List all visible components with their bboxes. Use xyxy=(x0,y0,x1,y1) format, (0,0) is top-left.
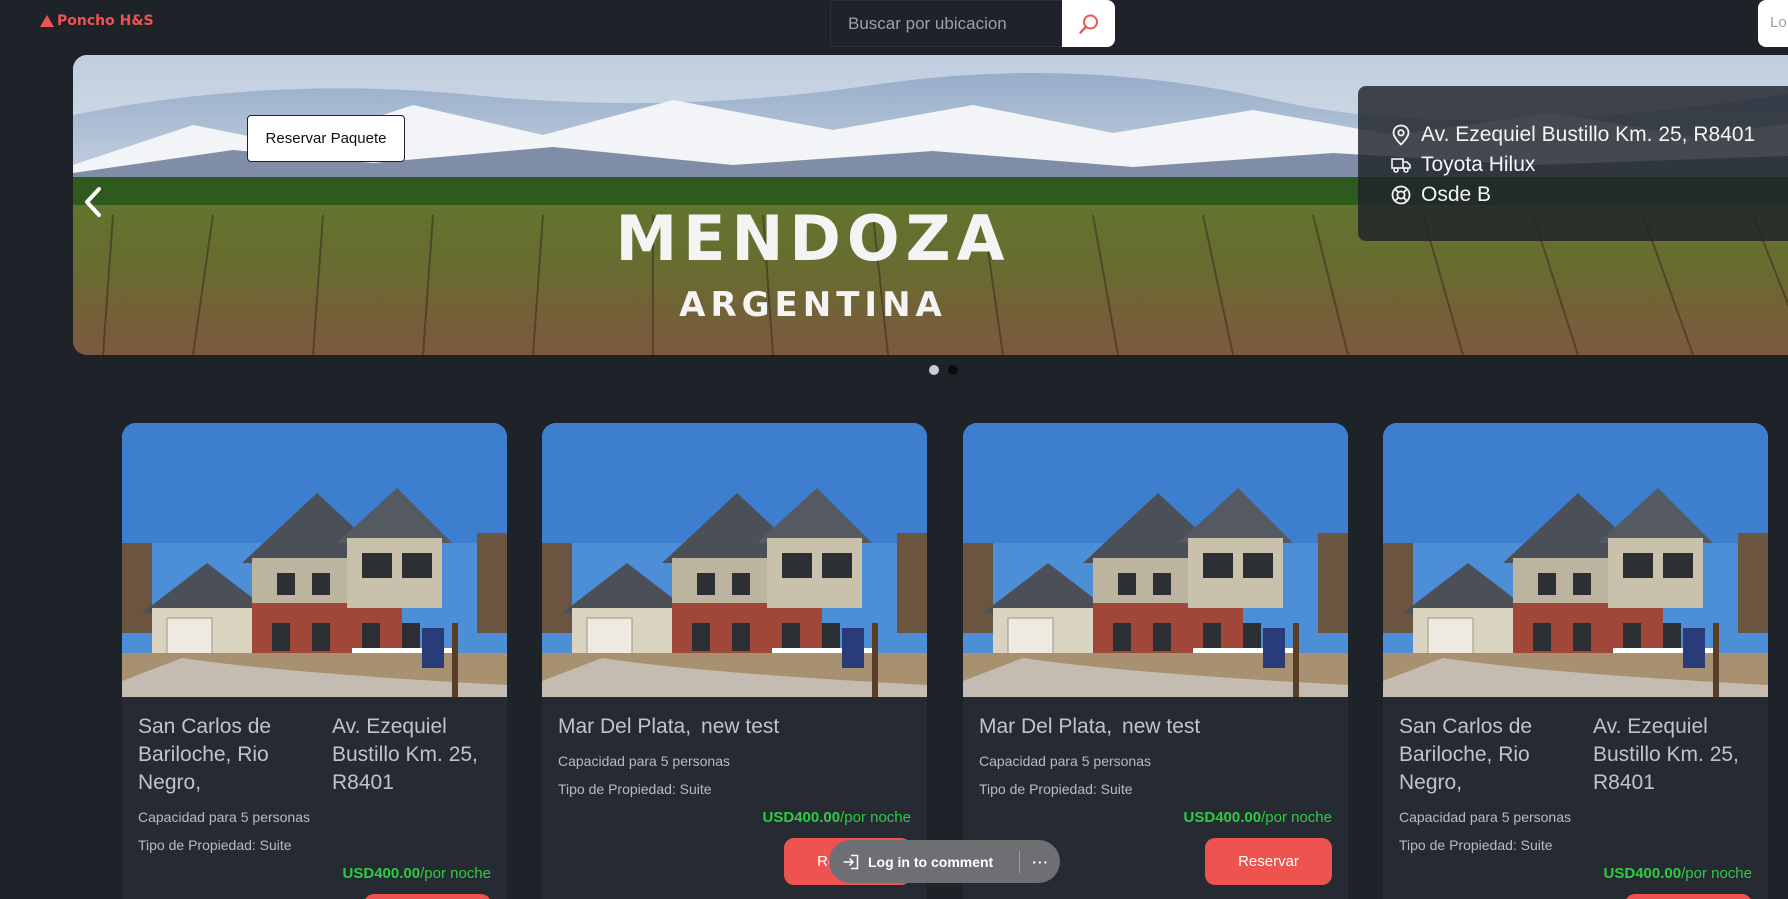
info-vehicle-text: Toyota Hilux xyxy=(1421,153,1536,176)
comment-pill[interactable]: Log in to comment ··· xyxy=(829,840,1060,883)
reserve-package-button[interactable]: Reservar Paquete xyxy=(247,115,405,162)
card-price-amount: USD400.00 xyxy=(762,809,841,826)
card-title-row: Mar Del Plata, new test xyxy=(979,713,1332,741)
pill-divider xyxy=(1019,850,1021,873)
info-row-location: Av. Ezequiel Bustillo Km. 25, R8401 xyxy=(1391,120,1788,150)
card-capacity: Capacidad para 5 personas xyxy=(1399,809,1572,825)
card-address[interactable]: new test xyxy=(1122,713,1200,741)
lifebuoy-icon xyxy=(1391,185,1411,205)
carousel-prev-icon[interactable] xyxy=(81,185,105,219)
card-price: USD400.00/por noche xyxy=(138,865,491,882)
carousel-dot-2[interactable] xyxy=(948,365,958,375)
property-card[interactable]: Mar Del Plata, new test Capacidad para 5… xyxy=(542,423,927,899)
card-city[interactable]: Mar Del Plata, xyxy=(558,713,691,741)
card-capacity: Capacidad para 5 personas xyxy=(138,809,311,825)
card-address[interactable]: Av. Ezequiel Bustillo Km. 25, R8401 xyxy=(332,713,482,797)
search-bar xyxy=(830,0,1115,47)
property-photo[interactable] xyxy=(542,423,927,697)
card-price: USD400.00/por noche xyxy=(558,809,911,826)
property-card[interactable]: Mar Del Plata, new test Capacidad para 5… xyxy=(963,423,1348,899)
property-photo[interactable] xyxy=(1383,423,1768,697)
card-price-amount: USD400.00 xyxy=(1183,809,1262,826)
card-city[interactable]: Mar Del Plata, xyxy=(979,713,1112,741)
card-body: Mar Del Plata, new test Capacidad para 5… xyxy=(963,697,1348,826)
brand-name: Poncho H&S xyxy=(57,13,154,29)
card-body: San Carlos de Bariloche, Rio Negro, Av. … xyxy=(1383,697,1768,882)
card-title-row: Mar Del Plata, new test xyxy=(558,713,911,741)
login-to-comment-label[interactable]: Log in to comment xyxy=(868,854,993,870)
card-capacity: Capacidad para 5 personas xyxy=(979,753,1152,769)
reserve-button[interactable]: Reservar xyxy=(1625,894,1752,899)
card-price-amount: USD400.00 xyxy=(1603,865,1682,882)
card-capacity: Capacidad para 5 personas xyxy=(558,753,731,769)
search-button[interactable] xyxy=(1062,0,1115,47)
hero-subtitle: ARGENTINA xyxy=(679,285,947,325)
card-price-amount: USD400.00 xyxy=(342,865,421,882)
hero-info-panel: Av. Ezequiel Bustillo Km. 25, R8401 Toyo… xyxy=(1358,86,1788,241)
reserve-button[interactable]: Reservar xyxy=(1205,838,1332,885)
hero-carousel: MENDOZA ARGENTINA Reservar Paquete Av. E… xyxy=(73,55,1788,355)
carousel-dot-1[interactable] xyxy=(929,365,939,375)
search-input[interactable] xyxy=(830,0,1062,47)
card-price-unit: /por noche xyxy=(840,809,911,826)
card-city[interactable]: San Carlos de Bariloche, Rio Negro, xyxy=(138,713,288,797)
card-body: Mar Del Plata, new test Capacidad para 5… xyxy=(542,697,927,826)
info-insurance-text: Osde B xyxy=(1421,183,1492,206)
property-card[interactable]: San Carlos de Bariloche, Rio Negro, Av. … xyxy=(122,423,507,899)
carousel-dots xyxy=(929,365,958,375)
card-title-row: San Carlos de Bariloche, Rio Negro, Av. … xyxy=(1399,713,1752,797)
card-property-type: Tipo de Propiedad: Suite xyxy=(1399,837,1553,853)
info-row-insurance: Osde B xyxy=(1391,180,1788,210)
brand-logo[interactable]: Poncho H&S xyxy=(40,13,154,29)
truck-icon xyxy=(1391,158,1411,173)
search-icon xyxy=(1078,14,1098,34)
login-icon xyxy=(843,854,859,869)
card-price-unit: /por noche xyxy=(1261,809,1332,826)
property-card[interactable]: San Carlos de Bariloche, Rio Negro, Av. … xyxy=(1383,423,1768,899)
card-property-type: Tipo de Propiedad: Suite xyxy=(979,781,1133,797)
reserve-button[interactable]: Reservar xyxy=(364,894,491,899)
info-row-vehicle: Toyota Hilux xyxy=(1391,150,1788,180)
card-body: San Carlos de Bariloche, Rio Negro, Av. … xyxy=(122,697,507,882)
property-photo[interactable] xyxy=(963,423,1348,697)
card-price-unit: /por noche xyxy=(420,865,491,882)
card-title-row: San Carlos de Bariloche, Rio Negro, Av. … xyxy=(138,713,491,797)
card-city[interactable]: San Carlos de Bariloche, Rio Negro, xyxy=(1399,713,1549,797)
info-location-text: Av. Ezequiel Bustillo Km. 25, R8401 xyxy=(1421,123,1756,146)
card-address[interactable]: new test xyxy=(701,713,779,741)
card-price: USD400.00/por noche xyxy=(979,809,1332,826)
more-options-icon[interactable]: ··· xyxy=(1032,854,1049,870)
card-price: USD400.00/por noche xyxy=(1399,865,1752,882)
brand-triangle-icon xyxy=(40,15,54,27)
login-button[interactable]: Lo xyxy=(1758,0,1788,47)
property-photo[interactable] xyxy=(122,423,507,697)
hero-title: MENDOZA xyxy=(615,202,1010,275)
location-pin-icon xyxy=(1392,124,1410,146)
card-property-type: Tipo de Propiedad: Suite xyxy=(138,837,292,853)
card-address[interactable]: Av. Ezequiel Bustillo Km. 25, R8401 xyxy=(1593,713,1743,797)
card-price-unit: /por noche xyxy=(1681,865,1752,882)
card-property-type: Tipo de Propiedad: Suite xyxy=(558,781,712,797)
